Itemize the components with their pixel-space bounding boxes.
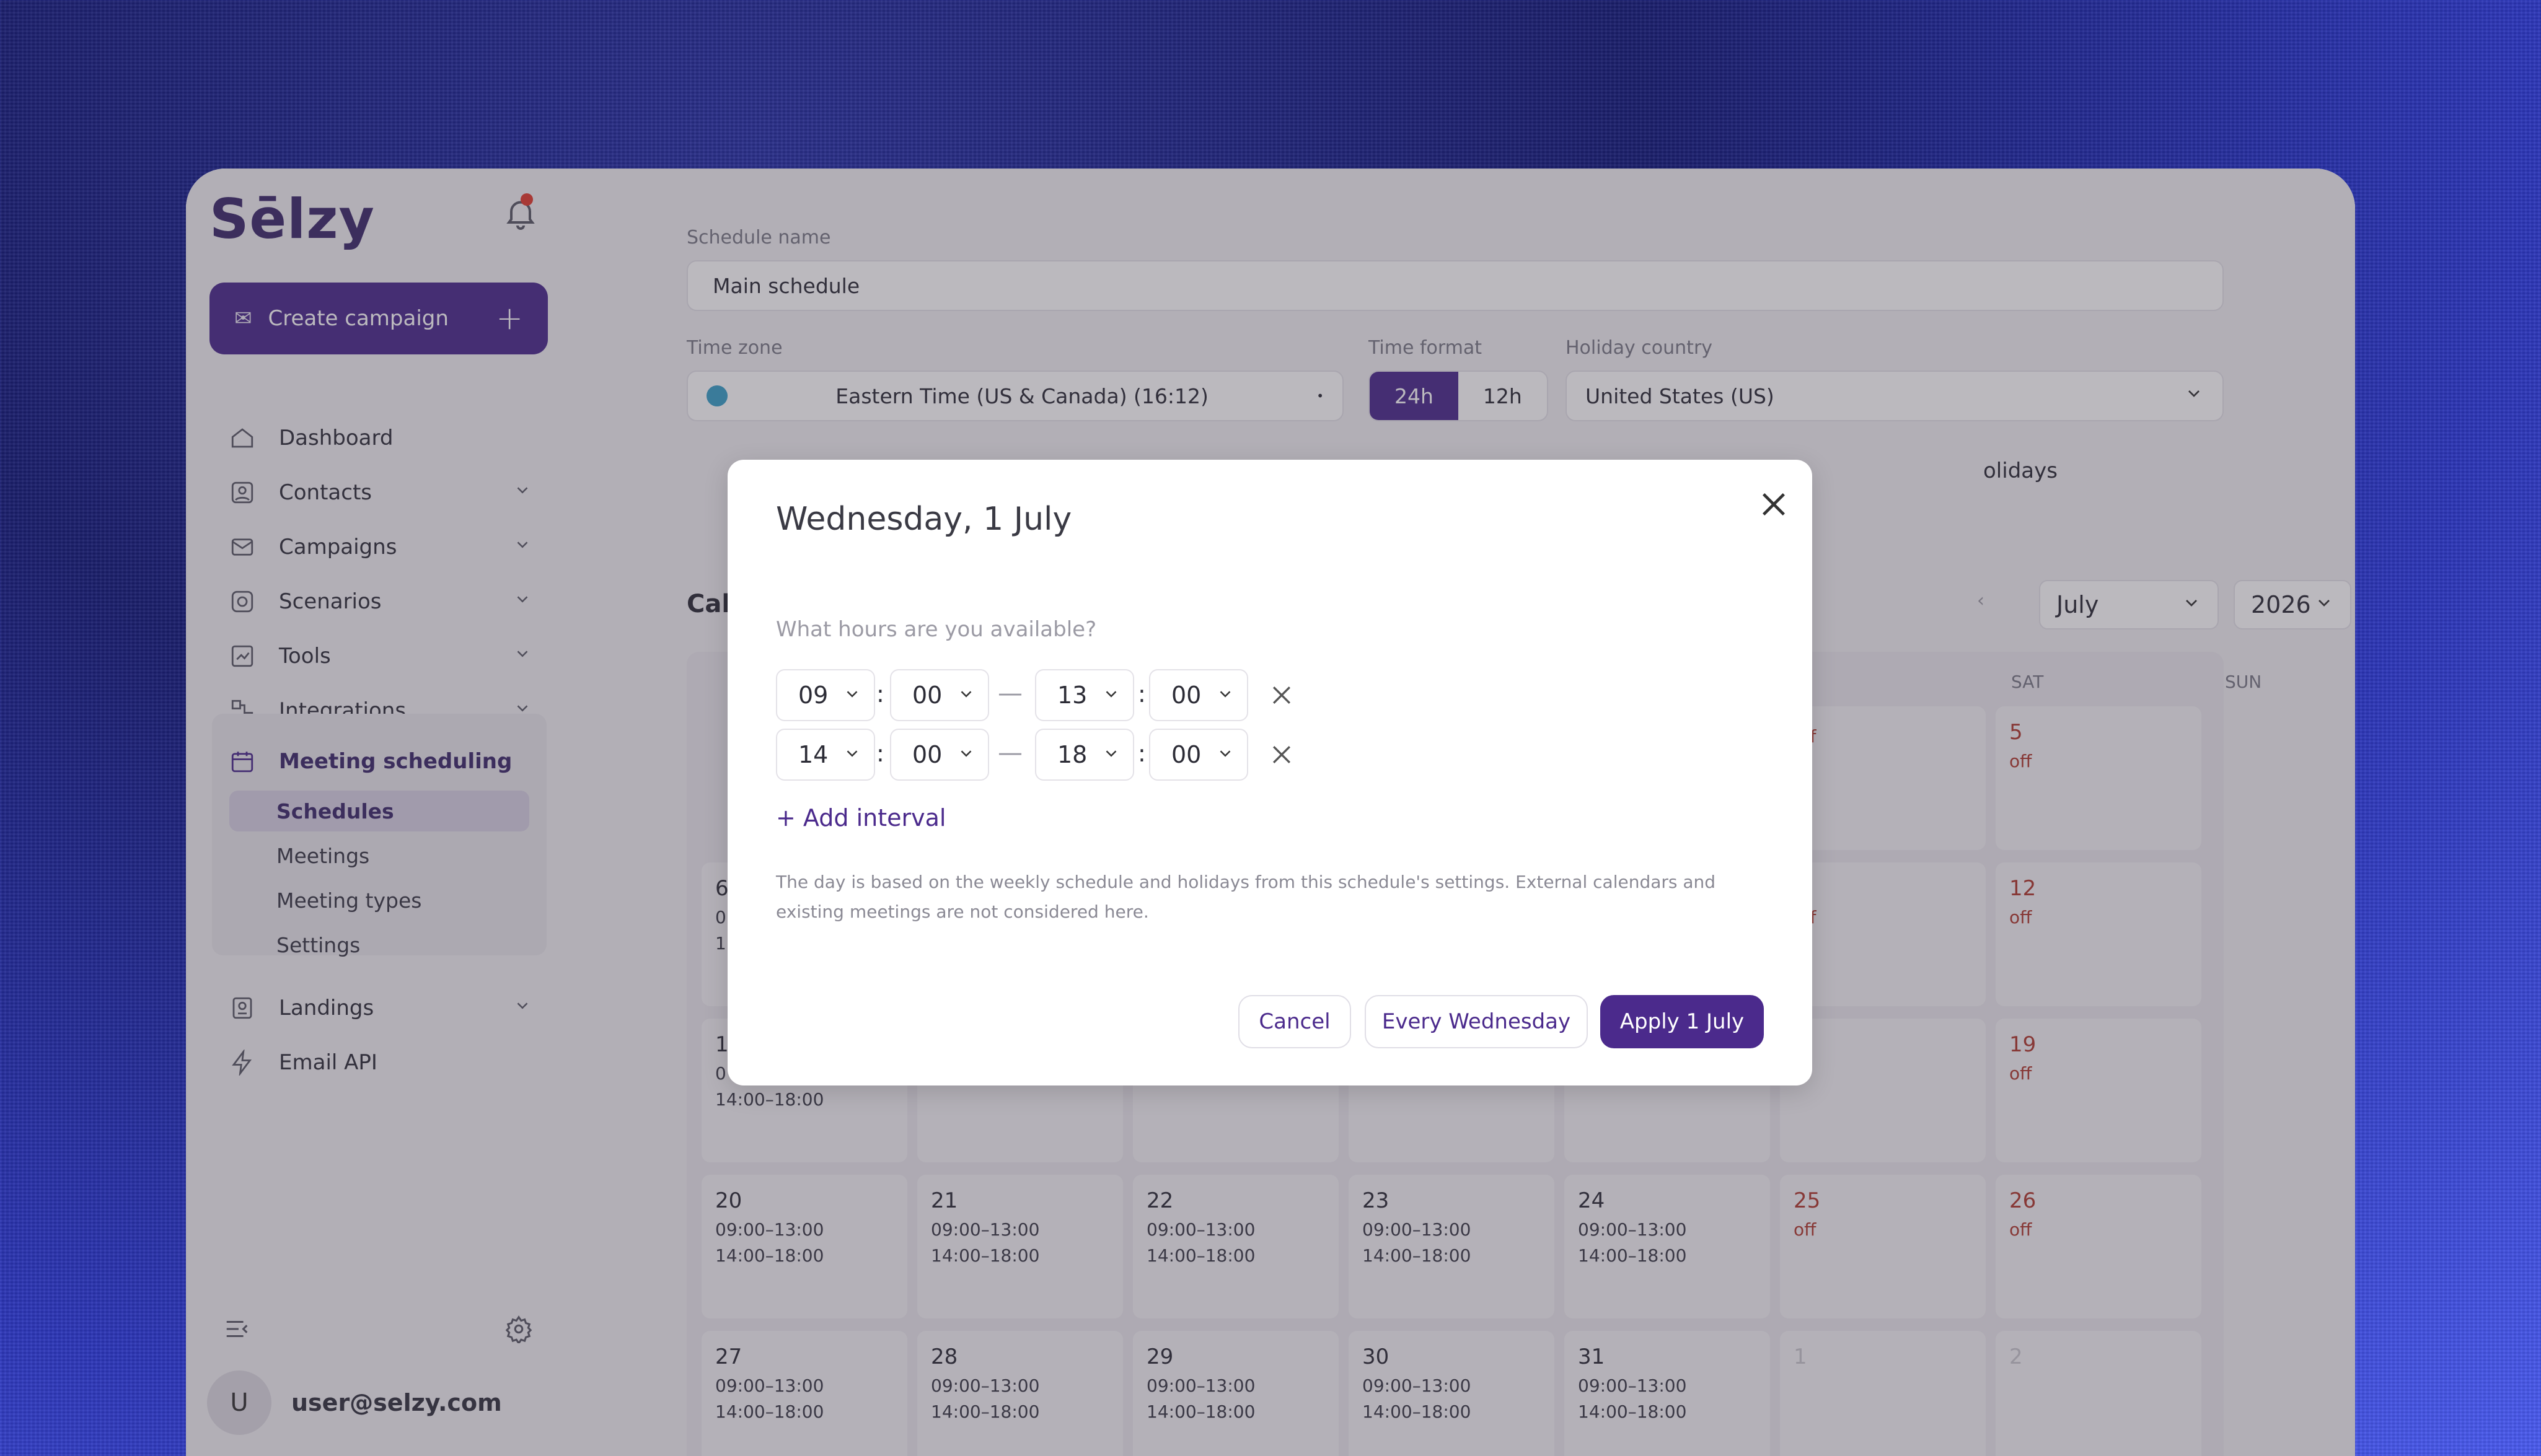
value: 00 bbox=[1171, 741, 1202, 768]
remove-interval-2-icon[interactable] bbox=[1268, 741, 1295, 768]
interval-1-from-hour[interactable]: 09 bbox=[776, 669, 875, 721]
chevron-down-icon bbox=[1102, 682, 1121, 709]
value: 09 bbox=[798, 682, 829, 709]
value: 13 bbox=[1057, 682, 1088, 709]
value: 00 bbox=[1171, 682, 1202, 709]
range-dash: — bbox=[998, 739, 1023, 767]
interval-2-from-minute[interactable]: 00 bbox=[890, 729, 989, 781]
every-wednesday-button[interactable]: Every Wednesday bbox=[1365, 995, 1588, 1048]
interval-2-from-hour[interactable]: 14 bbox=[776, 729, 875, 781]
apply-date-button[interactable]: Apply 1 July bbox=[1600, 995, 1764, 1048]
chevron-down-icon bbox=[1102, 741, 1121, 768]
value: 00 bbox=[912, 741, 943, 768]
colon: : bbox=[876, 740, 884, 767]
interval-2-to-hour[interactable]: 18 bbox=[1035, 729, 1134, 781]
value: 00 bbox=[912, 682, 943, 709]
interval-2-to-minute[interactable]: 00 bbox=[1149, 729, 1248, 781]
value: 18 bbox=[1057, 741, 1088, 768]
chevron-down-icon bbox=[957, 682, 975, 709]
interval-1-from-minute[interactable]: 00 bbox=[890, 669, 989, 721]
chevron-down-icon bbox=[1216, 741, 1235, 768]
chevron-down-icon bbox=[843, 682, 861, 709]
value: 14 bbox=[798, 741, 829, 768]
availability-question: What hours are you available? bbox=[776, 617, 1097, 642]
interval-1-to-hour[interactable]: 13 bbox=[1035, 669, 1134, 721]
cancel-button[interactable]: Cancel bbox=[1238, 995, 1351, 1048]
remove-interval-1-icon[interactable] bbox=[1268, 682, 1295, 709]
colon: : bbox=[876, 680, 884, 708]
chevron-down-icon bbox=[843, 741, 861, 768]
range-dash: — bbox=[998, 679, 1023, 708]
chevron-down-icon bbox=[957, 741, 975, 768]
colon: : bbox=[1138, 680, 1146, 708]
dialog-title: Wednesday, 1 July bbox=[776, 501, 1072, 538]
close-icon[interactable] bbox=[1756, 487, 1791, 522]
add-interval-button[interactable]: + Add interval bbox=[776, 804, 946, 831]
colon: : bbox=[1138, 740, 1146, 767]
chevron-down-icon bbox=[1216, 682, 1235, 709]
dialog-note: The day is based on the weekly schedule … bbox=[776, 872, 1716, 922]
interval-1-to-minute[interactable]: 00 bbox=[1149, 669, 1248, 721]
day-availability-dialog: Wednesday, 1 July What hours are you ava… bbox=[728, 460, 1812, 1085]
